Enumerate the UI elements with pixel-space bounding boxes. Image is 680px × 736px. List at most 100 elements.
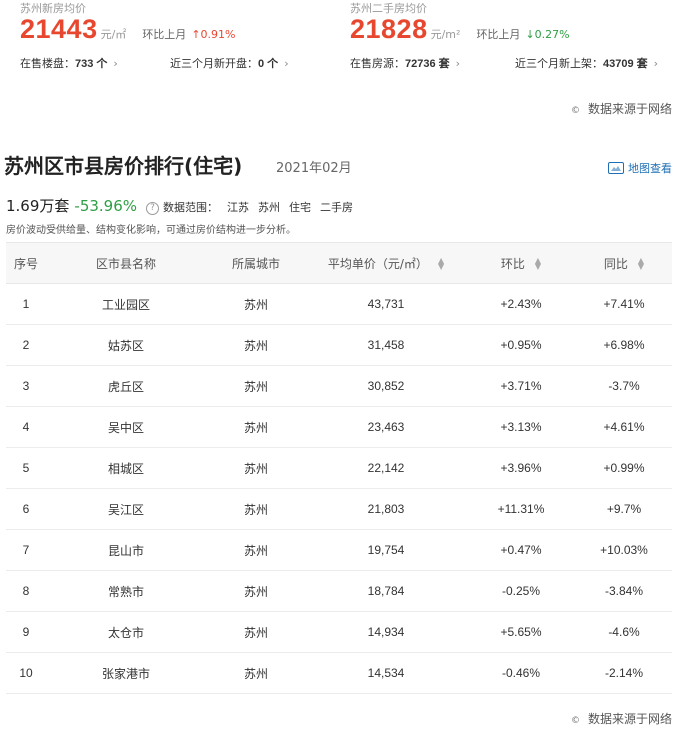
chevron-right-icon: › bbox=[284, 57, 289, 70]
cell-district: 吴江区 bbox=[46, 488, 206, 530]
help-icon[interactable]: ? bbox=[146, 202, 160, 215]
new-home-price-row: 21443 元/㎡ 环比上月 ↑0.91% bbox=[20, 14, 235, 45]
cell-district: 虎丘区 bbox=[46, 365, 206, 407]
chevron-right-icon: › bbox=[113, 57, 118, 70]
cell-rank: 4 bbox=[6, 406, 46, 448]
column-header-rank: 序号 bbox=[6, 242, 46, 284]
column-header-city: 所属城市 bbox=[206, 242, 306, 284]
new-home-stat2-value: 0 个 bbox=[258, 58, 279, 70]
cell-mom: +3.13% bbox=[466, 406, 576, 448]
table-row[interactable]: 6 吴江区 苏州 21,803 +11.31% +9.7% bbox=[6, 488, 672, 530]
cell-yoy: +4.61% bbox=[576, 406, 672, 448]
cell-mom: +11.31% bbox=[466, 488, 576, 530]
ranking-table: 序号 区市县名称 所属城市 平均单价（元/㎡） ▲ ▼ 环比 ▲ ▼ 同比 ▲ ▼ 1 工业园… bbox=[6, 242, 672, 694]
cell-price: 31,458 bbox=[306, 324, 466, 366]
new-home-listings-link[interactable]: 在售楼盘：733 个 › bbox=[20, 55, 118, 71]
cell-mom: -0.46% bbox=[466, 652, 576, 694]
cell-city: 苏州 bbox=[206, 365, 306, 407]
scope-tag[interactable]: 二手房 bbox=[320, 199, 353, 215]
cell-rank: 2 bbox=[6, 324, 46, 366]
sort-icon[interactable]: ▲ ▼ bbox=[438, 257, 444, 271]
cell-city: 苏州 bbox=[206, 447, 306, 489]
scope-label: 数据范围： bbox=[163, 201, 219, 214]
cell-price: 19,754 bbox=[306, 529, 466, 571]
map-view-label: 地图查看 bbox=[628, 162, 672, 175]
cell-district: 张家港市 bbox=[46, 652, 206, 694]
table-row[interactable]: 4 吴中区 苏州 23,463 +3.13% +4.61% bbox=[6, 406, 672, 448]
cell-yoy: -3.7% bbox=[576, 365, 672, 407]
second-home-mom-label: 环比上月 bbox=[476, 28, 521, 41]
second-home-price-row: 21828 元/m² 环比上月 ↓0.27% bbox=[350, 14, 570, 45]
map-view-link[interactable]: 地图查看 bbox=[608, 160, 672, 176]
column-header-mom[interactable]: 环比 ▲ ▼ bbox=[466, 242, 576, 284]
cell-city: 苏州 bbox=[206, 611, 306, 653]
cell-mom: +3.96% bbox=[466, 447, 576, 489]
cell-yoy: +6.98% bbox=[576, 324, 672, 366]
column-header-district: 区市县名称 bbox=[46, 242, 206, 284]
cell-yoy: -2.14% bbox=[576, 652, 672, 694]
second-home-listings-link[interactable]: 在售房源：72736 套 › bbox=[350, 55, 460, 71]
column-header-yoy[interactable]: 同比 ▲ ▼ bbox=[576, 242, 672, 284]
cell-district: 相城区 bbox=[46, 447, 206, 489]
scope-tag[interactable]: 江苏 bbox=[227, 199, 249, 215]
cell-yoy: +9.7% bbox=[576, 488, 672, 530]
source-note-bottom: © 数据来源于网络 bbox=[571, 710, 672, 727]
new-home-price: 21443 bbox=[20, 14, 98, 44]
table-row[interactable]: 10 张家港市 苏州 14,534 -0.46% -2.14% bbox=[6, 652, 672, 694]
new-home-stat1-label: 在售楼盘： bbox=[20, 57, 75, 70]
new-home-mom-label: 环比上月 bbox=[142, 28, 187, 41]
second-home-new-listings-link[interactable]: 近三个月新上架：43709 套 › bbox=[515, 55, 658, 71]
second-home-stat2-label: 近三个月新上架： bbox=[515, 57, 603, 70]
second-home-price: 21828 bbox=[350, 14, 428, 44]
cell-price: 23,463 bbox=[306, 406, 466, 448]
copyright-icon: © bbox=[570, 716, 580, 726]
new-home-mom-value: ↑0.91% bbox=[191, 28, 236, 41]
ranking-stats: 1.69万套 -53.96% ? 数据范围： 江苏 苏州 住宅 二手房 bbox=[6, 195, 353, 216]
new-home-new-openings-link[interactable]: 近三个月新开盘：0 个 › bbox=[170, 55, 289, 71]
cell-city: 苏州 bbox=[206, 488, 306, 530]
second-home-card: 苏州二手房均价 21828 元/m² 环比上月 ↓0.27% 在售房源：7273… bbox=[350, 0, 670, 80]
cell-city: 苏州 bbox=[206, 529, 306, 571]
cell-price: 43,731 bbox=[306, 283, 466, 325]
cell-rank: 6 bbox=[6, 488, 46, 530]
table-row[interactable]: 3 虎丘区 苏州 30,852 +3.71% -3.7% bbox=[6, 365, 672, 407]
source-note-text: 数据来源于网络 bbox=[587, 102, 672, 116]
cell-yoy: -4.6% bbox=[576, 611, 672, 653]
sort-icon[interactable]: ▲ ▼ bbox=[535, 257, 541, 271]
cell-yoy: +0.99% bbox=[576, 447, 672, 489]
ranking-table-body: 1 工业园区 苏州 43,731 +2.43% +7.41% 2 姑苏区 苏州 31,458 +0.… bbox=[6, 283, 672, 694]
table-row[interactable]: 2 姑苏区 苏州 31,458 +0.95% +6.98% bbox=[6, 324, 672, 366]
new-home-unit: 元/㎡ bbox=[100, 28, 127, 41]
source-note-top: © 数据来源于网络 bbox=[571, 100, 672, 117]
table-header-row: 序号 区市县名称 所属城市 平均单价（元/㎡） ▲ ▼ 环比 ▲ ▼ 同比 ▲ ▼ bbox=[6, 242, 672, 284]
cell-yoy: -3.84% bbox=[576, 570, 672, 612]
cell-rank: 8 bbox=[6, 570, 46, 612]
ranking-note: 房价波动受供给量、结构变化影响，可通过房价结构进一步分析。 bbox=[6, 225, 296, 236]
table-row[interactable]: 1 工业园区 苏州 43,731 +2.43% +7.41% bbox=[6, 283, 672, 325]
ranking-date: 2021年02月 bbox=[276, 161, 352, 176]
column-header-price[interactable]: 平均单价（元/㎡） ▲ ▼ bbox=[306, 242, 466, 284]
cell-mom: +0.95% bbox=[466, 324, 576, 366]
second-home-stat1-value: 72736 套 bbox=[405, 58, 450, 70]
table-row[interactable]: 5 相城区 苏州 22,142 +3.96% +0.99% bbox=[6, 447, 672, 489]
table-row[interactable]: 7 昆山市 苏州 19,754 +0.47% +10.03% bbox=[6, 529, 672, 571]
cell-price: 22,142 bbox=[306, 447, 466, 489]
copyright-icon: © bbox=[570, 106, 580, 116]
cell-mom: +2.43% bbox=[466, 283, 576, 325]
ranking-title: 苏州区市县房价排行(住宅) bbox=[4, 154, 243, 178]
cell-rank: 9 bbox=[6, 611, 46, 653]
cell-district: 工业园区 bbox=[46, 283, 206, 325]
table-row[interactable]: 8 常熟市 苏州 18,784 -0.25% -3.84% bbox=[6, 570, 672, 612]
chevron-right-icon: › bbox=[653, 57, 659, 70]
sort-icon[interactable]: ▲ ▼ bbox=[638, 257, 644, 271]
price-summary: 苏州新房均价 21443 元/㎡ 环比上月 ↑0.91% 在售楼盘：733 个 ›… bbox=[0, 0, 680, 80]
source-note-text: 数据来源于网络 bbox=[587, 712, 672, 726]
cell-yoy: +10.03% bbox=[576, 529, 672, 571]
scope-tag[interactable]: 住宅 bbox=[289, 199, 311, 215]
table-row[interactable]: 9 太仓市 苏州 14,934 +5.65% -4.6% bbox=[6, 611, 672, 653]
ranking-total: 1.69万套 bbox=[6, 197, 70, 215]
cell-mom: +5.65% bbox=[466, 611, 576, 653]
chevron-right-icon: › bbox=[455, 57, 461, 70]
scope-tag[interactable]: 苏州 bbox=[258, 199, 280, 215]
new-home-stat2-label: 近三个月新开盘： bbox=[170, 57, 258, 70]
